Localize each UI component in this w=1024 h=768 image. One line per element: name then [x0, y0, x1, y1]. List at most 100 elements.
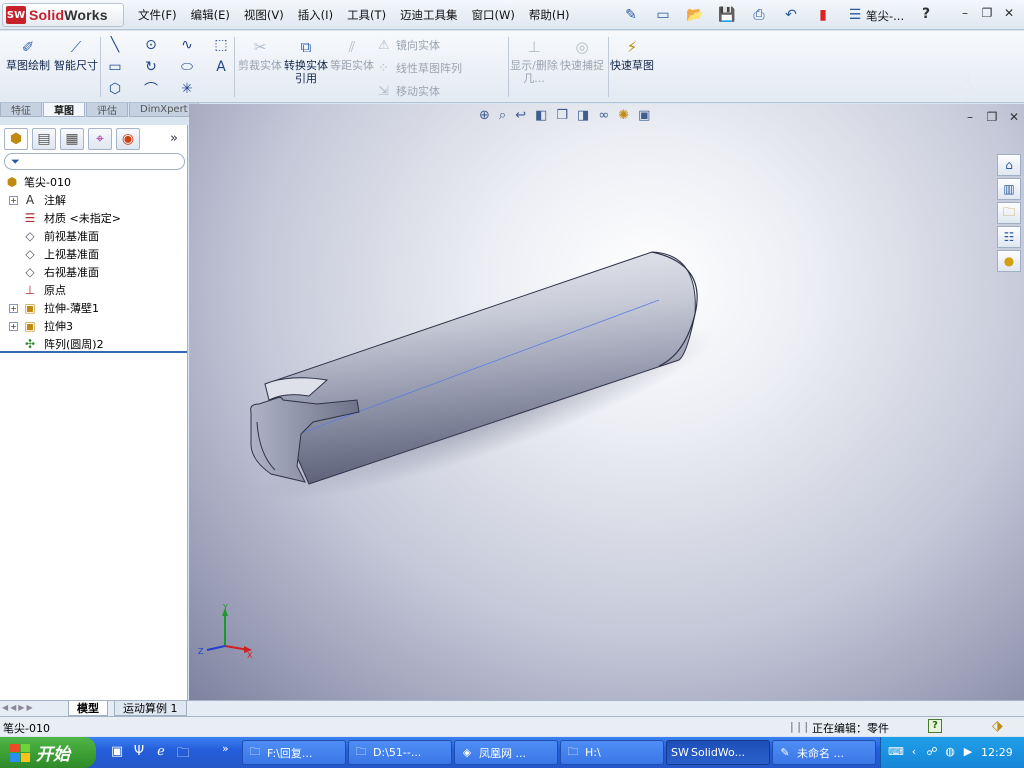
show-delete-relations-button[interactable]: ⊥ 显示/删除几... [510, 40, 558, 86]
rebuild-icon[interactable]: ▮ [812, 5, 834, 25]
zoom-to-area-icon[interactable]: ⌕ [499, 108, 506, 123]
taskbar-button[interactable]: 🗀 F:\回复... [242, 740, 346, 765]
feature-tree-item[interactable]: + ▣ 拉伸3 [4, 317, 186, 335]
section-view-icon[interactable]: ◧ [535, 108, 547, 123]
start-button[interactable]: 开始 [0, 737, 96, 768]
save-icon[interactable]: 💾 [716, 5, 738, 25]
menu-help[interactable]: 帮助(H) [529, 7, 570, 23]
feature-tree-item[interactable]: ◇ 上视基准面 [4, 245, 186, 263]
feature-tree-item[interactable]: ☰ 材质 <未指定> [4, 209, 186, 227]
move-entities-button[interactable]: ⇲ 移动实体 [378, 83, 440, 99]
taskbar-button[interactable]: ◈ 凤凰网 ... [454, 740, 558, 765]
taskbar-button[interactable]: 🗀 D:\51--... [348, 740, 452, 765]
feature-tree-item[interactable]: ⬢ 笔尖-010 [4, 173, 186, 191]
expand-node-icon[interactable]: + [9, 303, 18, 313]
network-icon[interactable]: ☍ [923, 745, 941, 758]
menu-tools[interactable]: 工具(T) [347, 7, 386, 23]
feature-tree-item[interactable]: + ▣ 拉伸-薄壁1 [4, 299, 186, 317]
rectangle-icon[interactable]: ▭ [104, 57, 126, 77]
graphics-area[interactable]: ⊕ ⌕ ↩ ◧ ❒ ◨ ∞ ✺ ▣ – ❐ ✕ ⌂ ▥ 🗀 ☷ ● Y X Z [189, 104, 1024, 700]
view-orientation-icon[interactable]: ❒ [556, 108, 568, 123]
status-tag-icon[interactable]: ⬗ [992, 718, 1003, 734]
rapid-sketch-button[interactable]: ⚡ 快速草图 [608, 40, 656, 73]
convert-entities-button[interactable]: ⧉ 转换实体引用 [282, 40, 330, 86]
internet-explorer-icon[interactable]: ℯ [150, 744, 172, 766]
media-player-icon[interactable]: ▶ [959, 745, 977, 758]
display-style-icon[interactable]: ◨ [577, 108, 589, 123]
point-icon[interactable]: ✳ [176, 79, 198, 99]
feature-filter-input[interactable]: ⏷ [4, 153, 185, 170]
sketch-button[interactable]: ✐ 草图绘制 [4, 40, 52, 73]
menu-window[interactable]: 窗口(W) [472, 7, 515, 23]
property-manager-tab-icon[interactable]: ▤ [32, 128, 56, 150]
restore-icon[interactable]: ❐ [976, 6, 998, 20]
solidworks-quick-icon[interactable]: Ψ [128, 744, 150, 766]
text-icon[interactable]: A [210, 57, 232, 77]
menu-edit[interactable]: 编辑(E) [191, 7, 230, 23]
file-explorer-icon[interactable]: 🗀 [997, 202, 1021, 224]
menu-maidi-tools[interactable]: 迈迪工具集 [400, 7, 458, 23]
dimxpert-manager-tab-icon[interactable]: ⌖ [88, 128, 112, 150]
taskbar-button[interactable]: 🗀 H:\ [560, 740, 664, 765]
line-icon[interactable]: ╲ [104, 35, 126, 55]
tab-sketch[interactable]: 草图 [43, 103, 85, 117]
view-settings-icon[interactable]: ▣ [638, 108, 650, 123]
appearances-icon[interactable]: ● [997, 250, 1021, 272]
desktop-icon[interactable]: ▣ [106, 744, 128, 766]
feature-tree-item[interactable]: + A 注解 [4, 191, 186, 209]
open-folder-icon[interactable]: 📂 [684, 5, 706, 25]
pen-tip-model[interactable] [189, 104, 1024, 700]
hide-show-items-icon[interactable]: ∞ [598, 108, 609, 123]
display-manager-tab-icon[interactable]: ◉ [116, 128, 140, 150]
linear-pattern-button[interactable]: ⁘ 线性草图阵列 [378, 60, 462, 76]
expand-node-icon[interactable]: + [9, 321, 18, 331]
offset-entities-button[interactable]: ⫽ 等距实体 [328, 40, 376, 73]
print-icon[interactable]: ⎙ [748, 5, 770, 25]
quick-launch-more-icon[interactable]: » [222, 742, 229, 755]
explorer-icon[interactable]: 🗀 [172, 744, 194, 766]
expand-node-icon[interactable]: + [9, 195, 18, 205]
expand-tabs-icon[interactable]: » [170, 131, 178, 146]
design-library-icon[interactable]: ▥ [997, 178, 1021, 200]
arc-icon[interactable]: ↻ [140, 57, 162, 77]
feature-tree-item[interactable]: ◇ 前视基准面 [4, 227, 186, 245]
feature-tree-tab-icon[interactable]: ⬢ [4, 128, 28, 150]
tab-features[interactable]: 特征 [0, 103, 42, 117]
viewport-close-icon[interactable]: ✕ [1003, 110, 1024, 124]
menu-insert[interactable]: 插入(I) [298, 7, 333, 23]
update-icon[interactable]: ◍ [941, 745, 959, 758]
help-question-icon[interactable]: ? [922, 6, 930, 22]
solidworks-logo[interactable]: SW SolidWorks [2, 3, 124, 27]
pin-icon[interactable]: ✎ [620, 5, 642, 25]
smart-dimension-button[interactable]: ⟋ 智能尺寸 [52, 40, 100, 73]
mirror-entities-button[interactable]: ⚠ 镜向实体 [378, 37, 440, 53]
rollback-bar[interactable] [0, 351, 187, 353]
feature-tree-item[interactable]: ⊥ 原点 [4, 281, 186, 299]
tab-motion-study[interactable]: 运动算例 1 [114, 701, 187, 716]
previous-view-icon[interactable]: ↩ [515, 108, 526, 123]
ellipse-icon[interactable]: ⬭ [176, 57, 198, 77]
menu-file[interactable]: 文件(F) [138, 7, 177, 23]
keyboard-icon[interactable]: ⌨ [887, 745, 905, 758]
zoom-to-fit-icon[interactable]: ⊕ [479, 108, 490, 123]
minimize-icon[interactable]: – [954, 6, 976, 20]
feature-tree-item[interactable]: ◇ 右视基准面 [4, 263, 186, 281]
quick-snaps-button[interactable]: ◎ 快速捕捉 [558, 40, 606, 73]
construction-grid-icon[interactable]: ⬚ [210, 35, 232, 55]
fillet-icon[interactable]: ⌒ [140, 79, 162, 99]
circle-icon[interactable]: ⊙ [140, 35, 162, 55]
polygon-icon[interactable]: ⬡ [104, 79, 126, 99]
configuration-manager-tab-icon[interactable]: ▦ [60, 128, 84, 150]
viewport-restore-icon[interactable]: ❐ [981, 110, 1003, 124]
trim-entities-button[interactable]: ✂ 剪裁实体 [236, 40, 284, 73]
solidworks-resources-icon[interactable]: ⌂ [997, 154, 1021, 176]
menu-view[interactable]: 视图(V) [244, 7, 284, 23]
options-icon[interactable]: ☰ [844, 5, 866, 25]
tab-model[interactable]: 模型 [68, 701, 108, 716]
status-help-icon[interactable]: ? [928, 719, 942, 733]
tray-expand-icon[interactable]: ‹ [905, 745, 923, 758]
taskbar-button[interactable]: ✎ 未命名 ... [772, 740, 876, 765]
edit-appearance-icon[interactable]: ✺ [618, 108, 629, 123]
taskbar-button[interactable]: SW SolidWo... [666, 740, 770, 765]
new-document-icon[interactable]: ▭ [652, 5, 674, 25]
